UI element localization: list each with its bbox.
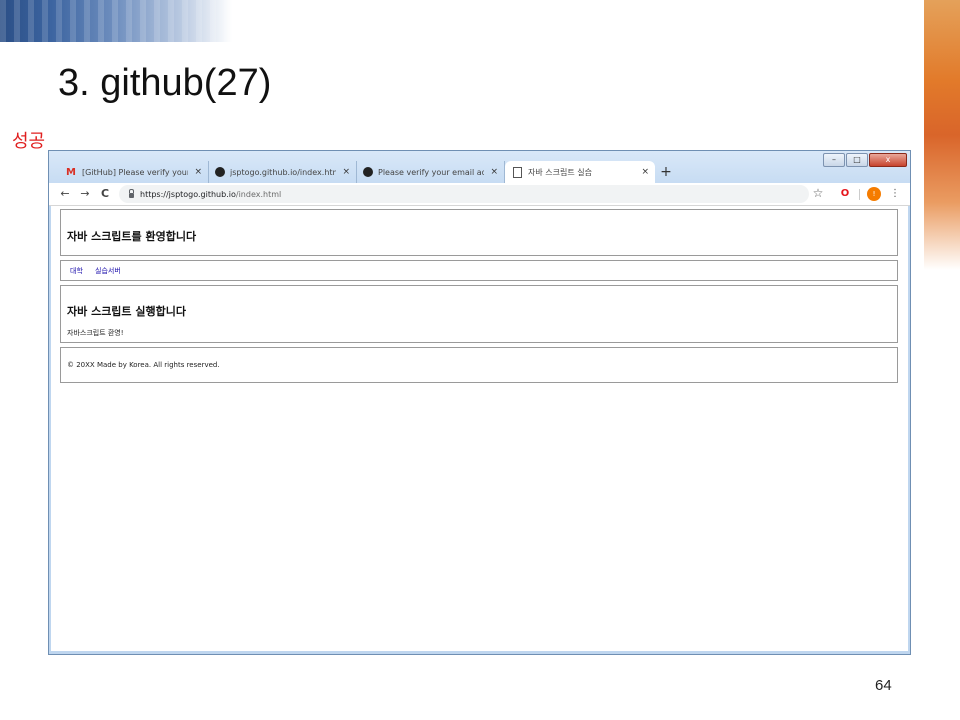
github-icon [215,167,225,177]
nav-link-practice-server[interactable]: 실습서버 [95,266,121,276]
section-title: 자바 스크립트 실행합니다 [67,305,186,318]
page-footer: © 20XX Made by Korea. All rights reserve… [60,347,898,383]
page-header-title: 자바 스크립트를 환영합니다 [67,230,197,243]
tab-gmail[interactable]: M [GitHub] Please verify your ema × [59,161,209,183]
page-viewport: 자바 스크립트를 환영합니다 대학 실습서버 자바 스크립트 실행합니다 자바스… [51,206,908,651]
url-host: https://jsptogo.github.io [140,189,236,199]
close-icon[interactable]: × [342,167,350,177]
tab-strip: M [GitHub] Please verify your ema × jspt… [59,161,677,183]
tab-github-verify[interactable]: Please verify your email address × [357,161,505,183]
tab-label: jsptogo.github.io/index.html at [230,167,337,177]
tab-label: [GitHub] Please verify your ema [82,167,189,177]
page-number: 64 [875,677,892,694]
close-icon[interactable]: × [490,167,498,177]
tab-github-repo[interactable]: jsptogo.github.io/index.html at × [209,161,357,183]
opera-icon[interactable]: O [838,187,852,201]
close-icon[interactable]: × [194,167,202,177]
new-tab-button[interactable]: + [655,161,677,183]
page-nav: 대학 실습서버 [60,260,898,281]
tab-label: Please verify your email address [378,167,485,177]
gmail-icon: M [66,166,76,178]
github-icon [363,167,373,177]
maximize-button[interactable]: □ [846,153,868,167]
address-bar[interactable]: https://jsptogo.github.io/index.html [119,185,809,203]
slide-note: 성공 [12,131,46,152]
back-button[interactable]: ← [57,186,73,202]
browser-titlebar: – □ x M [GitHub] Please verify your ema … [49,151,910,183]
forward-button[interactable]: → [77,186,93,202]
close-icon[interactable]: × [641,167,649,177]
page-icon [513,166,522,178]
lock-icon [129,188,134,198]
bookmark-star-icon[interactable]: ☆ [811,186,825,200]
page-section: 자바 스크립트 실행합니다 자바스크립트 환영! [60,285,898,343]
tab-active-page[interactable]: 자바 스크립트 실습 × [505,161,655,183]
minimize-button[interactable]: – [823,153,845,167]
window-controls: – □ x [823,153,907,167]
url-path: /index.html [235,189,282,199]
slide-title: 3. github(27) [58,62,272,104]
browser-window: – □ x M [GitHub] Please verify your ema … [48,150,911,655]
nav-link-university[interactable]: 대학 [70,266,83,276]
footer-text: © 20XX Made by Korea. All rights reserve… [67,361,220,369]
slide-right-decoration [924,0,960,270]
menu-icon[interactable]: ⋮ [888,187,902,201]
section-text: 자바스크립트 환영! [67,329,124,337]
reload-button[interactable]: C [97,186,113,202]
close-window-button[interactable]: x [869,153,907,167]
slide-top-decoration [0,0,232,42]
page-header: 자바 스크립트를 환영합니다 [60,209,898,256]
toolbar-divider [859,189,860,200]
tab-label: 자바 스크립트 실습 [528,167,592,177]
browser-toolbar: ← → C https://jsptogo.github.io/index.ht… [49,183,910,206]
profile-avatar-icon[interactable]: ! [867,187,881,201]
